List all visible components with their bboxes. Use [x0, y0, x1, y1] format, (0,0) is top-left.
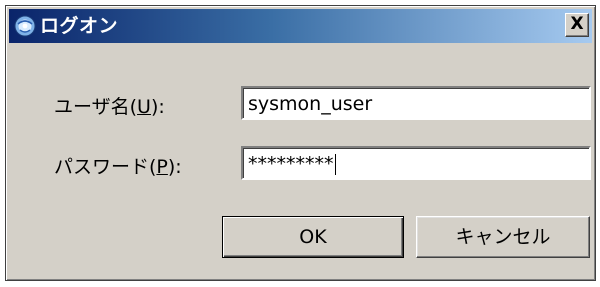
password-label-suffix: ): — [167, 156, 182, 178]
username-label: ユーザ名(U): — [54, 95, 165, 119]
ok-button[interactable]: OK — [222, 216, 404, 258]
close-button[interactable]: X — [565, 13, 589, 37]
username-value: sysmon_user — [248, 93, 373, 115]
username-mnemonic: U — [137, 96, 151, 118]
window-title: ログオン — [40, 15, 119, 37]
username-label-suffix: ): — [150, 96, 165, 118]
password-masked-value: ********* — [248, 153, 334, 175]
password-label: パスワード(P): — [54, 155, 182, 179]
password-mnemonic: P — [156, 156, 168, 178]
cancel-button[interactable]: キャンセル — [416, 216, 590, 258]
password-label-prefix: パスワード( — [54, 156, 157, 178]
logon-globe-icon — [14, 15, 36, 37]
text-caret — [334, 154, 336, 175]
username-label-prefix: ユーザ名( — [54, 96, 138, 118]
password-input[interactable]: ********* — [241, 146, 591, 180]
title-bar[interactable]: ログオン X — [9, 9, 592, 43]
logon-dialog: ログオン X ユーザ名(U): sysmon_user パスワード(P): **… — [5, 5, 596, 281]
username-input[interactable]: sysmon_user — [241, 86, 591, 120]
